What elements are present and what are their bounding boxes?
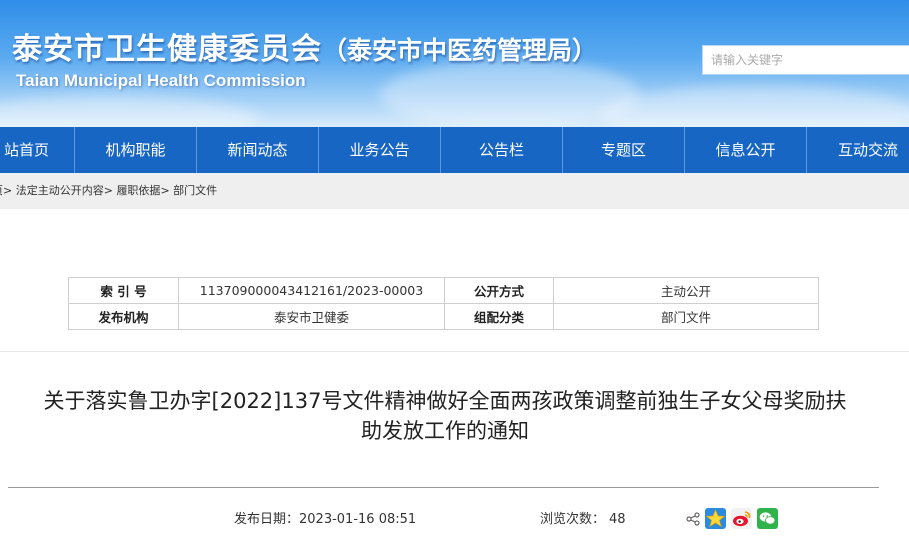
nav-item-home[interactable]: 站首页 xyxy=(0,127,75,173)
nav-item-news[interactable]: 新闻动态 xyxy=(197,127,319,173)
nav-item-interaction[interactable]: 互动交流 xyxy=(807,127,909,173)
site-title[interactable]: 泰安市卫生健康委员会（泰安市中医药管理局） xyxy=(12,24,597,68)
breadcrumb-separator: > xyxy=(160,184,170,197)
publisher-value: 泰安市卫健委 xyxy=(178,303,445,330)
index-no-value: 113709000043412161/2023-00003 xyxy=(178,277,445,304)
site-title-sub: （泰安市中医药管理局） xyxy=(322,36,598,65)
index-no-label: 索 引 号 xyxy=(68,277,179,304)
search-input[interactable] xyxy=(702,45,909,75)
publish-date-value: 2023-01-16 08:51 xyxy=(299,512,417,527)
nav-item-info-disclosure[interactable]: 信息公开 xyxy=(685,127,807,173)
share-bar xyxy=(686,508,778,529)
breadcrumb-separator: > xyxy=(103,184,113,197)
header-cloud-decoration xyxy=(0,95,260,127)
article-title-line-1: 关于落实鲁卫办字[2022]137号文件精神做好全面两孩政策调整前独生子女父母奖… xyxy=(43,389,847,413)
category-value: 部门文件 xyxy=(553,303,819,330)
qzone-icon[interactable] xyxy=(705,508,726,529)
breadcrumb: 页> 法定主动公开内容> 履职依据> 部门文件 xyxy=(0,173,909,209)
nav-item-bulletin[interactable]: 公告栏 xyxy=(441,127,563,173)
open-mode-value: 主动公开 xyxy=(553,277,819,304)
site-header: 泰安市卫生健康委员会（泰安市中医药管理局） Taian Municipal He… xyxy=(0,0,909,127)
divider xyxy=(8,487,879,488)
wechat-icon[interactable] xyxy=(757,508,778,529)
publish-date-label: 发布日期： xyxy=(234,512,300,527)
article-title-line-2: 助发放工作的通知 xyxy=(361,419,529,443)
table-row: 发布机构 泰安市卫健委 组配分类 部门文件 xyxy=(68,303,819,330)
header-cloud-decoration xyxy=(600,85,909,127)
share-icon xyxy=(686,511,700,526)
nav-item-topics[interactable]: 专题区 xyxy=(563,127,685,173)
view-count-label: 浏览次数： xyxy=(540,512,606,527)
breadcrumb-disclosure[interactable]: 法定主动公开内容 xyxy=(16,184,104,197)
breadcrumb-separator: > xyxy=(3,184,13,197)
publisher-label: 发布机构 xyxy=(68,303,179,330)
open-mode-label: 公开方式 xyxy=(444,277,554,304)
breadcrumb-dept-docs[interactable]: 部门文件 xyxy=(173,184,217,197)
nav-item-functions[interactable]: 机构职能 xyxy=(75,127,197,173)
divider xyxy=(0,351,909,352)
category-label: 组配分类 xyxy=(444,303,554,330)
table-row: 索 引 号 113709000043412161/2023-00003 公开方式… xyxy=(68,277,819,304)
nav-item-business-notice[interactable]: 业务公告 xyxy=(319,127,441,173)
view-count-value: 48 xyxy=(609,512,626,527)
article-title: 关于落实鲁卫办字[2022]137号文件精神做好全面两孩政策调整前独生子女父母奖… xyxy=(0,386,890,446)
publish-date: 发布日期：2023-01-16 08:51 xyxy=(234,508,416,527)
view-count: 浏览次数： 48 xyxy=(540,508,626,527)
site-title-en: Taian Municipal Health Commission xyxy=(16,71,306,90)
weibo-icon[interactable] xyxy=(731,508,752,529)
main-nav: 站首页 机构职能 新闻动态 业务公告 公告栏 专题区 信息公开 互动交流 xyxy=(0,127,909,173)
site-title-main: 泰安市卫生健康委员会 xyxy=(12,32,322,67)
breadcrumb-basis[interactable]: 履职依据 xyxy=(116,184,160,197)
doc-meta-table: 索 引 号 113709000043412161/2023-00003 公开方式… xyxy=(68,277,819,330)
